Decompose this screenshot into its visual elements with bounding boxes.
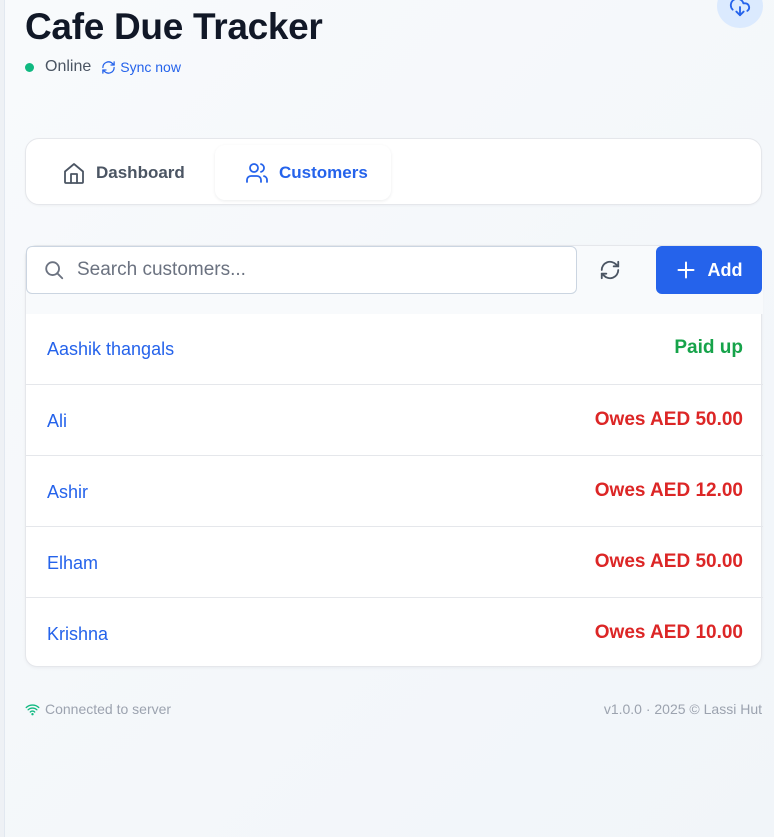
list-item[interactable]: Ashir Owes AED 12.00 [26, 455, 763, 526]
due-status: Paid up [674, 337, 743, 358]
list-toolbar: Add [26, 246, 763, 314]
add-customer-button[interactable]: Add [656, 246, 762, 294]
sync-now-label: Sync now [120, 59, 181, 75]
add-button-label: Add [707, 259, 743, 280]
footer: Connected to server v1.0.0 · 2025 © Lass… [25, 699, 762, 719]
download-button[interactable] [717, 0, 763, 28]
customer-list-card: Add Aashik thangals Paid up Ali Owes AED… [25, 245, 763, 668]
tab-customers-label: Customers [279, 162, 368, 182]
list-item[interactable]: Elham Owes AED 50.00 [26, 526, 763, 597]
tab-customers[interactable]: Customers [215, 145, 391, 200]
customer-name: Elham [47, 553, 99, 573]
version-info: v1.0.0 · 2025 © Lassi Hut [603, 701, 762, 717]
refresh-button[interactable] [592, 252, 628, 288]
due-status: Owes AED 10.00 [594, 622, 743, 643]
customer-name: Ashir [47, 482, 89, 502]
customer-name: Ali [47, 411, 68, 431]
left-border [0, 0, 5, 837]
list-item[interactable]: Ali Owes AED 50.00 [26, 384, 763, 455]
refresh-icon [600, 260, 620, 280]
sync-now-link[interactable]: Sync now [101, 59, 181, 75]
due-status: Owes AED 50.00 [594, 409, 743, 430]
list-item[interactable]: Aashik thangals Paid up [26, 313, 763, 384]
refresh-icon [102, 60, 115, 74]
users-icon [246, 162, 268, 183]
page-title: Cafe Due Tracker [25, 6, 323, 47]
customer-name: Aashik thangals [47, 339, 175, 359]
search-box [26, 246, 577, 294]
customer-name: Krishna [47, 624, 109, 644]
status-text: Online [45, 58, 92, 75]
search-icon [45, 261, 64, 280]
connection-text: Connected to server [45, 701, 172, 717]
wifi-icon [25, 703, 40, 715]
connection-status: Online Sync now [25, 57, 181, 77]
search-input[interactable] [77, 259, 517, 281]
due-status: Owes AED 50.00 [594, 551, 743, 572]
due-status: Owes AED 12.00 [594, 480, 743, 501]
plus-icon [677, 261, 694, 279]
tab-dashboard[interactable]: Dashboard [62, 145, 185, 200]
home-icon [64, 162, 84, 184]
server-connection: Connected to server [25, 701, 171, 717]
customer-list: Aashik thangals Paid up Ali Owes AED 50.… [26, 313, 763, 668]
tab-dashboard-label: Dashboard [96, 162, 185, 182]
cloud-download-icon [729, 0, 750, 17]
list-item[interactable]: Krishna Owes AED 10.00 [26, 597, 763, 668]
online-indicator [25, 62, 34, 72]
nav-tabs: Dashboard Customers [25, 138, 762, 205]
